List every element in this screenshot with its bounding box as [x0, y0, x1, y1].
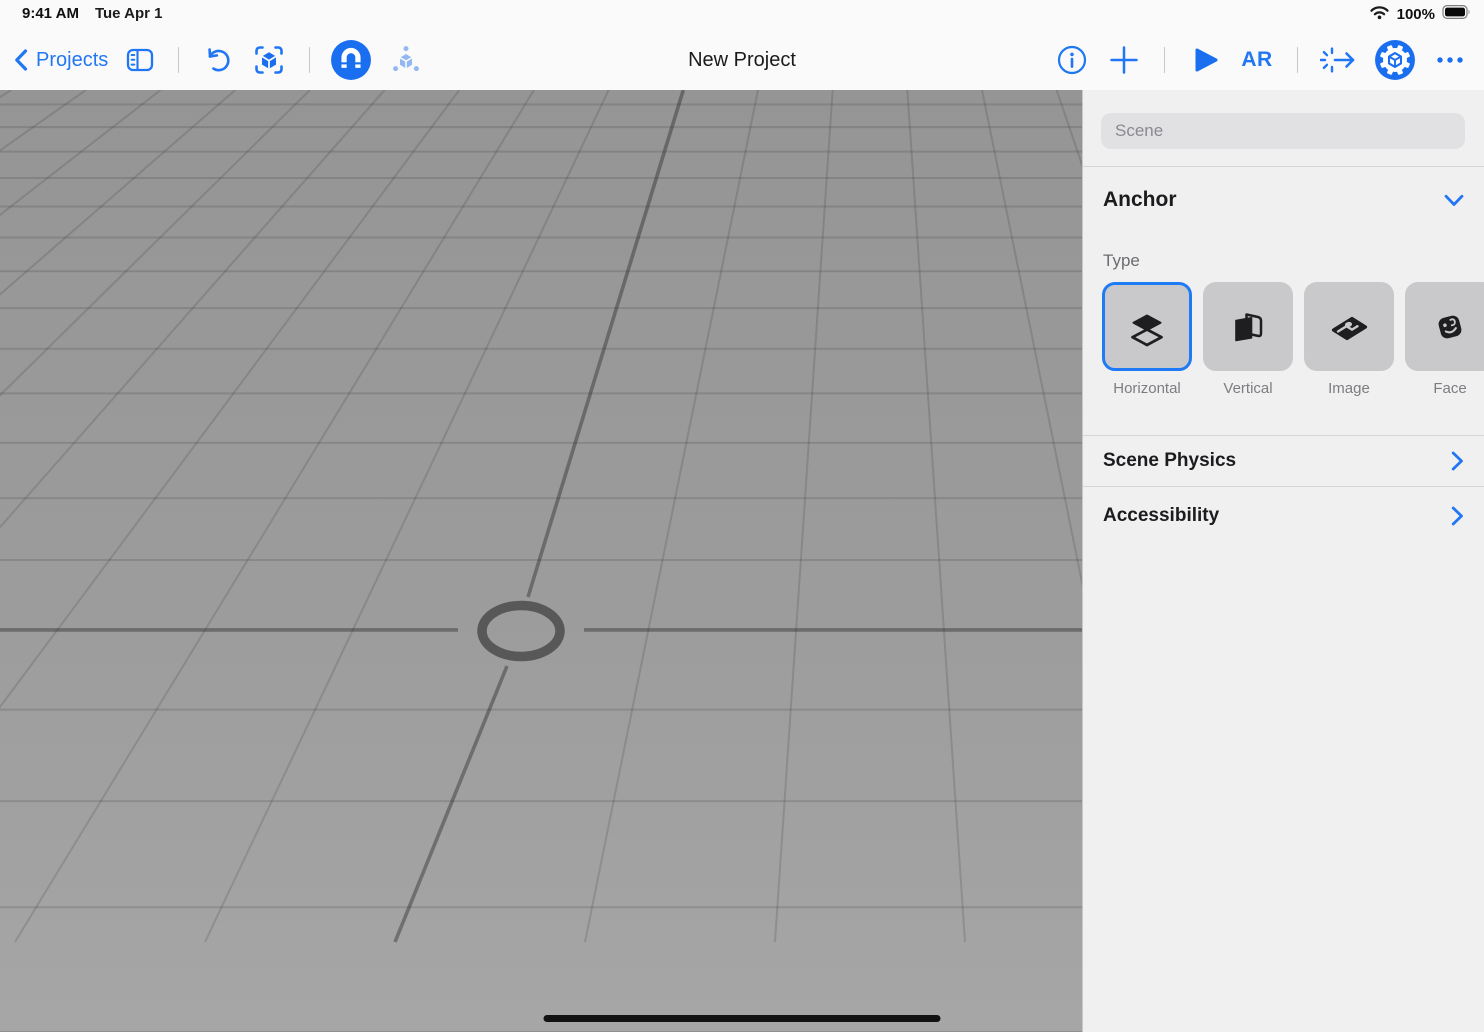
- horizontal-plane-icon: [1131, 314, 1163, 346]
- grid-line: [774, 90, 834, 943]
- spark-arrow-icon: [1320, 47, 1355, 73]
- anchor-type-horizontal[interactable]: Horizontal: [1102, 282, 1192, 397]
- scene-name-field[interactable]: Scene: [1101, 113, 1465, 149]
- anchor-section-header[interactable]: Anchor: [1103, 182, 1464, 218]
- toolbar-divider: [1297, 47, 1298, 73]
- inspector-panel: Scene Anchor Type Horizontal Vertical Im…: [1082, 90, 1484, 1032]
- anchor-origin-ring[interactable]: [477, 600, 565, 662]
- physics-preview-toggle[interactable]: [386, 38, 426, 82]
- play-button[interactable]: [1187, 38, 1223, 82]
- grid-line: [393, 665, 509, 943]
- grid-line: [0, 90, 87, 152]
- scene-name-value: Scene: [1115, 121, 1164, 140]
- anchor-type-label: Type: [1103, 251, 1140, 270]
- toolbar: Projects New Project AR: [0, 30, 1484, 90]
- magnet-icon: [331, 40, 372, 80]
- status-date: Tue Apr 1: [94, 5, 163, 22]
- anchor-type-vertical[interactable]: Vertical: [1203, 282, 1293, 397]
- grid-line: [14, 90, 535, 943]
- scene-physics-row[interactable]: Scene Physics: [1083, 435, 1484, 486]
- properties-inspector-button[interactable]: [1374, 38, 1416, 82]
- back-button-label: Projects: [36, 48, 109, 71]
- image-anchor-icon: [1331, 316, 1368, 340]
- anchor-type-name: Image: [1328, 380, 1370, 397]
- anchor-type-picker: Horizontal Vertical Image Face: [1102, 282, 1484, 397]
- anchor-type-image[interactable]: Image: [1304, 282, 1394, 397]
- vertical-plane-icon: [1235, 312, 1263, 341]
- grid-line: [204, 90, 610, 943]
- more-options-button[interactable]: [1432, 38, 1468, 82]
- plus-icon: [1110, 46, 1138, 74]
- grid-line: [0, 90, 311, 397]
- face-anchor-icon: [1438, 315, 1462, 338]
- behaviors-button[interactable]: [1320, 38, 1358, 82]
- cube-dots-icon: [393, 46, 420, 72]
- chevron-left-icon: [15, 49, 28, 71]
- reality-composer-app: 9:41 AM Tue Apr 1 100% Projects New Proj…: [0, 0, 1484, 1032]
- toolbar-divider: [309, 47, 311, 73]
- status-bar: 9:41 AM Tue Apr 1 100%: [0, 0, 1484, 30]
- undo-icon: [208, 48, 230, 72]
- perspective-grid: [0, 90, 1082, 1032]
- status-time: 9:41 AM: [22, 5, 79, 22]
- panel-divider: [1083, 166, 1484, 167]
- chevron-down-icon: [1444, 194, 1464, 206]
- home-indicator[interactable]: [543, 1015, 941, 1022]
- accessibility-row[interactable]: Accessibility: [1083, 490, 1484, 541]
- accessibility-label: Accessibility: [1103, 504, 1220, 526]
- ar-mode-button[interactable]: AR: [1239, 38, 1275, 82]
- wifi-icon: [1369, 4, 1390, 24]
- grid-line: [0, 90, 461, 709]
- sidebar-icon: [127, 48, 154, 72]
- grid-line: [584, 90, 759, 943]
- grid-line: [0, 90, 162, 217]
- scene-physics-label: Scene Physics: [1103, 449, 1237, 471]
- grid-line: [526, 90, 686, 598]
- panel-divider: [1083, 486, 1484, 487]
- anchor-section-title: Anchor: [1103, 188, 1177, 211]
- chevron-right-icon: [1451, 506, 1463, 525]
- battery-icon: [1442, 4, 1472, 24]
- gear-cube-icon: [1375, 40, 1415, 80]
- info-icon: [1057, 45, 1087, 75]
- scene-viewport[interactable]: [0, 90, 1082, 1032]
- scene-list-sidebar-button[interactable]: [122, 38, 158, 82]
- add-object-button[interactable]: [1106, 38, 1142, 82]
- object-capture-button[interactable]: [249, 38, 289, 82]
- anchor-type-name: Horizontal: [1113, 380, 1181, 397]
- info-button[interactable]: [1054, 38, 1090, 82]
- anchor-type-name: Vertical: [1223, 380, 1273, 397]
- chevron-right-icon: [1451, 451, 1463, 470]
- anchor-type-face[interactable]: Face: [1405, 282, 1484, 397]
- ellipsis-icon: [1437, 57, 1463, 63]
- toolbar-divider: [1164, 47, 1165, 73]
- snap-to-guides-toggle[interactable]: [330, 38, 372, 82]
- back-to-projects-button[interactable]: Projects: [14, 38, 108, 82]
- grid-line: [0, 90, 386, 529]
- play-icon: [1195, 48, 1218, 72]
- grid-line: [0, 90, 236, 296]
- undo-button[interactable]: [199, 38, 235, 82]
- battery-percent: 100%: [1396, 5, 1435, 23]
- anchor-type-name: Face: [1433, 380, 1467, 397]
- grid-line: [981, 90, 1082, 588]
- toolbar-divider: [178, 47, 180, 73]
- scan-cube-icon: [255, 46, 284, 74]
- grid-line: [906, 90, 966, 943]
